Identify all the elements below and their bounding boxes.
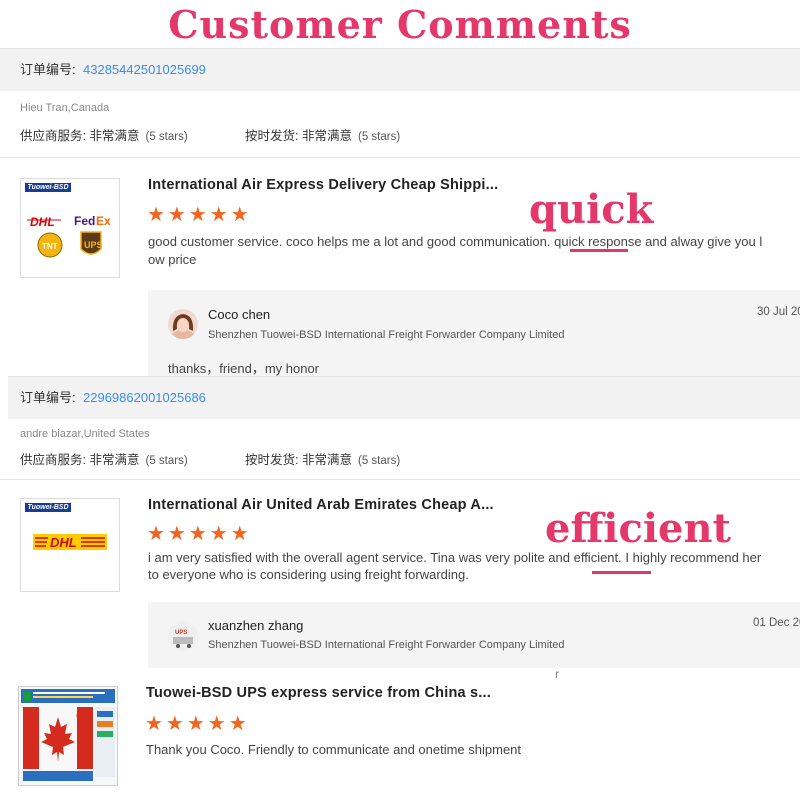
reply-company-name: Shenzhen Tuowei-BSD International Freigh… (208, 639, 565, 651)
product-title-link[interactable]: International Air Express Delivery Cheap… (148, 177, 498, 193)
courier-logos-icon: DHL Fed Ex TNT UPS (27, 214, 111, 258)
product-thumbnail[interactable]: Tuowei-BSD DHL (20, 498, 120, 592)
review-text-line1: Thank you Coco. Friendly to communicate … (146, 742, 522, 757)
star-rating: ★★★★★ (147, 523, 252, 545)
svg-text:Ex: Ex (96, 214, 111, 228)
order-number-label: 订单编号: (20, 390, 76, 405)
buyer-name: andre biazar,United States (20, 428, 150, 440)
reply-text: thanks，friend，my honor (168, 361, 320, 376)
svg-text:UPS: UPS (84, 240, 103, 250)
reply-author-name: Coco chen (208, 307, 271, 322)
review-text-line2: ow price (148, 252, 197, 267)
svg-text:DHL: DHL (50, 535, 77, 550)
product-title-link[interactable]: International Air United Arab Emirates C… (148, 497, 494, 513)
supplier-service-rating: 供应商服务: 非常满意 (5 stars) (20, 129, 188, 143)
page-title: Customer Comments (168, 2, 632, 47)
product-title-link[interactable]: Tuowei-BSD UPS express service from Chin… (146, 685, 491, 701)
supplier-service-rating: 供应商服务: 非常满意 (5 stars) (20, 453, 188, 467)
ontime-shipping-rating: 按时发货: 非常满意 (5 stars) (245, 453, 401, 467)
review-text-line1: good customer service. coco helps me a l… (148, 234, 763, 249)
reply-date: 30 Jul 20 (757, 306, 800, 318)
order-number-label: 订单编号: (20, 62, 76, 77)
product-thumbnail[interactable]: Tuowei-BSD DHL Fed Ex TNT UPS (20, 178, 120, 278)
seller-reply-box (148, 602, 800, 668)
divider (0, 157, 800, 158)
star-rating: ★★★★★ (147, 204, 252, 226)
order-number-link[interactable]: 43285442501025699 (83, 49, 206, 91)
canada-flag-icon: Ca (19, 687, 117, 785)
thumb-text: Ca (76, 709, 92, 723)
highlight-word-quick: quick (529, 186, 654, 233)
order-header-bar: 订单编号: 22969862001025686 (8, 376, 800, 419)
highlight-underline (592, 571, 651, 574)
product-thumbnail[interactable]: Ca (18, 686, 118, 786)
avatar-photo-icon (168, 309, 198, 339)
reply-company-name: Shenzhen Tuowei-BSD International Freigh… (208, 329, 565, 341)
avatar (168, 309, 198, 339)
svg-text:DHL: DHL (30, 215, 55, 229)
buyer-name: Hieu Tran,Canada (20, 102, 110, 114)
highlight-word-efficient: efficient (545, 505, 732, 552)
reply-author-name: xuanzhen zhang (208, 618, 304, 633)
order-number-link[interactable]: 22969862001025686 (83, 377, 206, 419)
order-header-bar: 订单编号: 43285442501025699 (0, 48, 800, 91)
divider (0, 479, 800, 480)
dhl-logo-icon: DHL (33, 534, 107, 550)
ontime-shipping-rating: 按时发货: 非常满意 (5 stars) (245, 129, 401, 143)
highlight-underline (570, 249, 628, 252)
star-rating: ★★★★★ (145, 713, 250, 735)
svg-text:UPS: UPS (175, 630, 187, 636)
svg-text:TNT: TNT (42, 242, 58, 251)
svg-text:Fed: Fed (74, 214, 95, 228)
avatar-logo-icon: UPS (168, 621, 198, 651)
review-text-line2: to everyone who is considering using fre… (148, 567, 469, 582)
reply-date: 01 Dec 20 (753, 617, 800, 629)
avatar: UPS (168, 621, 198, 651)
